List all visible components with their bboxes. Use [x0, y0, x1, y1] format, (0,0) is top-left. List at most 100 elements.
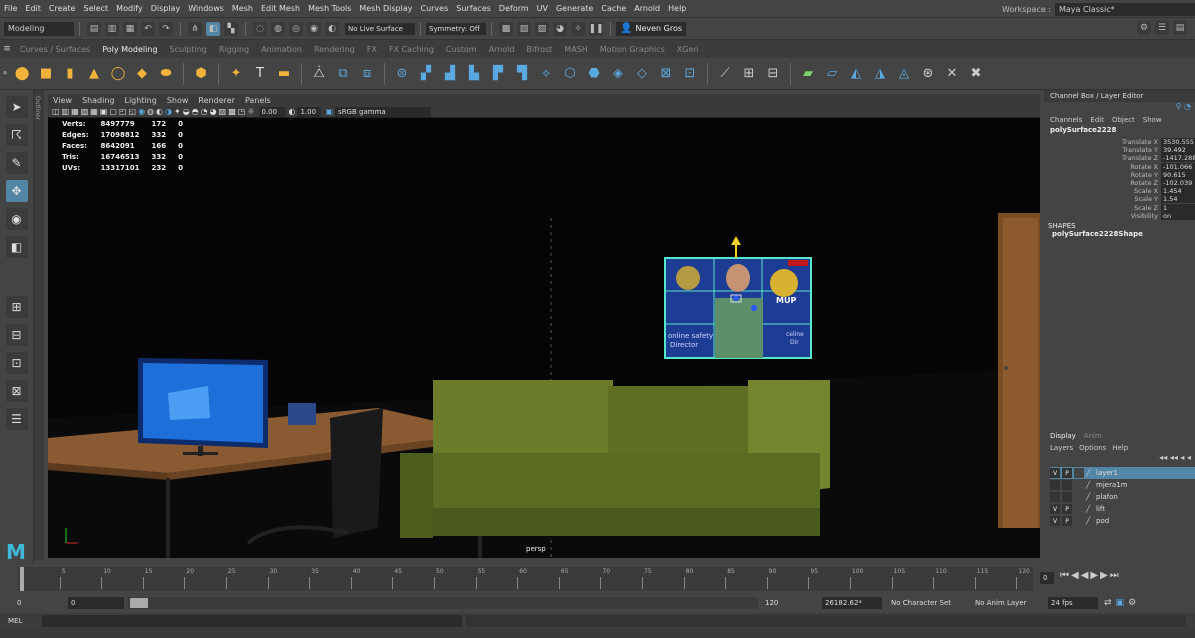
redo-icon[interactable]: ↷ [159, 21, 173, 36]
exposure-field[interactable]: 0.00 [258, 106, 285, 117]
layer-playback-toggle[interactable]: P [1062, 516, 1072, 526]
connect-icon[interactable]: ⬣ [584, 64, 604, 84]
shelf-options-icon[interactable]: ⚬ [0, 69, 10, 79]
xray-joints-icon[interactable]: ◳ [238, 107, 246, 116]
quad-draw-icon[interactable]: ◈ [608, 64, 628, 84]
layer-tab-anim[interactable]: Anim [1084, 432, 1102, 440]
snap-surface-icon[interactable]: ◐ [325, 21, 339, 36]
snap-point-icon[interactable]: ◎ [289, 21, 303, 36]
layer-nav-icons[interactable]: ◂◂ ◂◂ ◂ ◂ [1044, 453, 1195, 467]
layer-menu-help[interactable]: Help [1112, 444, 1128, 452]
layer-name[interactable]: lift [1096, 505, 1105, 513]
outliner-strip[interactable]: Outliner [34, 90, 44, 560]
poly-cylinder-icon[interactable]: ▮ [60, 64, 80, 84]
rotate-tool-icon[interactable]: ◉ [5, 208, 28, 230]
lasso-tool-icon[interactable]: ☈ [5, 124, 28, 146]
shelf-tab-mash[interactable]: MASH [558, 45, 593, 54]
layer-visibility-toggle[interactable]: V [1050, 504, 1060, 514]
layer-visibility-toggle[interactable]: V [1050, 516, 1060, 526]
shelf-tab-xgen[interactable]: XGen [671, 45, 705, 54]
layer-playback-toggle[interactable]: P [1062, 468, 1072, 478]
range-slider[interactable] [128, 597, 758, 609]
use-all-lights-icon[interactable]: ◑ [165, 107, 172, 116]
shelf-tab-curves-surfaces[interactable]: Curves / Surfaces [14, 45, 96, 54]
uv-editor-icon[interactable]: ⟋ [715, 64, 735, 84]
poly-torus-icon[interactable]: ◯ [108, 64, 128, 84]
menu-item-windows[interactable]: Windows [184, 4, 228, 13]
resolution-gate-icon[interactable]: ▢ [109, 107, 117, 116]
mode-dropdown[interactable]: Modeling [4, 21, 74, 36]
boolean-icon[interactable]: ⊜ [392, 64, 412, 84]
layer-name[interactable]: plafon [1096, 493, 1118, 501]
layer-playback-toggle[interactable] [1062, 480, 1072, 490]
attribute-value[interactable]: 39.492 [1161, 146, 1195, 155]
append-polygon-icon[interactable]: ▛ [488, 64, 508, 84]
textured-icon[interactable]: ◐ [156, 107, 163, 116]
shelf-tab-bifrost[interactable]: Bifrost [520, 45, 558, 54]
layer-color-swatch[interactable] [1074, 480, 1084, 490]
menu-item-modify[interactable]: Modify [112, 4, 147, 13]
gamma-field[interactable]: 1.00 [297, 106, 322, 117]
shelf-tab-poly-modeling[interactable]: Poly Modeling [96, 45, 163, 54]
menu-item-file[interactable]: File [0, 4, 21, 13]
layer-name[interactable]: layer1 [1096, 469, 1118, 477]
uv-layout-icon[interactable]: ⊟ [763, 64, 783, 84]
poly-plane-icon[interactable]: ◆ [132, 64, 152, 84]
layout-icon[interactable]: ⊡ [5, 352, 28, 374]
select-object-icon[interactable]: ◧ [206, 21, 220, 36]
layer-row[interactable]: ╱ mjera1m [1050, 479, 1195, 491]
playback-controls[interactable]: ⏮◀◀▶▶⏭ [1060, 570, 1121, 581]
modeling-toolkit-icon[interactable]: ⚙ [1137, 21, 1151, 35]
attribute-row[interactable]: Translate Z -1417.288 [1044, 154, 1195, 163]
character-set-dropdown[interactable]: No Character Set [888, 597, 968, 609]
smooth-shade-icon[interactable]: ◉ [138, 107, 145, 116]
poly-platonic-icon[interactable]: ⬢ [191, 64, 211, 84]
layer-row[interactable]: ╱ plafon [1050, 491, 1195, 503]
open-scene-icon[interactable]: ▥ [105, 21, 119, 36]
render-settings-icon[interactable]: ▨ [535, 21, 549, 36]
xray-icon[interactable]: ▩ [228, 107, 236, 116]
symmetry-dropdown[interactable]: Symmetry: Off [426, 22, 486, 35]
hypershade-icon[interactable]: ◕ [553, 21, 567, 36]
undo-icon[interactable]: ↶ [141, 21, 155, 36]
image-plane-icon[interactable]: ▧ [81, 107, 89, 116]
snap-curve-icon[interactable]: ◍ [271, 21, 285, 36]
motion-blur-icon[interactable]: ◓ [192, 107, 199, 116]
menu-item-edit-mesh[interactable]: Edit Mesh [257, 4, 304, 13]
layer-menu-layers[interactable]: Layers [1050, 444, 1073, 452]
shadows-icon[interactable]: ✦ [174, 107, 181, 116]
panel-menu-shading[interactable]: Shading [77, 96, 120, 105]
arnold-render-icon[interactable]: ✧ [571, 21, 585, 36]
channel-menu-object[interactable]: Object [1112, 116, 1135, 124]
ambient-occlusion-icon[interactable]: ◒ [183, 107, 190, 116]
layer-row[interactable]: V P ╱ layer1 [1050, 467, 1195, 479]
paint-select-icon[interactable]: ✎ [5, 152, 28, 174]
pause-icon[interactable]: ❚❚ [588, 21, 604, 36]
layer-menu-options[interactable]: Options [1079, 444, 1106, 452]
workspace-dropdown[interactable]: Maya Classic* [1055, 2, 1195, 16]
attribute-value[interactable]: 1.454 [1161, 187, 1195, 196]
planar-map-icon[interactable]: ⊞ [739, 64, 759, 84]
layer-tab-display[interactable]: Display [1050, 432, 1076, 440]
menu-item-select[interactable]: Select [79, 4, 112, 13]
scale-tool-icon[interactable]: ◧ [5, 236, 28, 258]
channel-box-icons[interactable]: ⚲ ◔ [1044, 102, 1195, 114]
attribute-value[interactable]: -101.066 [1161, 162, 1195, 171]
soften-edge-icon[interactable]: ◭ [846, 64, 866, 84]
camera-select-icon[interactable]: ◫ [52, 107, 60, 116]
layer-visibility-toggle[interactable]: V [1050, 468, 1060, 478]
shelf-tab-fx-caching[interactable]: FX Caching [383, 45, 440, 54]
current-time-marker[interactable] [20, 567, 24, 591]
combine-icon[interactable]: ⧊ [309, 64, 329, 84]
svg-tool-icon[interactable]: ▬ [274, 64, 294, 84]
wireframe-on-shaded-icon[interactable]: ◍ [147, 107, 154, 116]
attribute-row[interactable]: Visibility on [1044, 211, 1195, 220]
menu-item-create[interactable]: Create [45, 4, 80, 13]
attribute-row[interactable]: Rotate Z -102.039 [1044, 179, 1195, 188]
slide-edge-icon[interactable]: ⊡ [680, 64, 700, 84]
menu-item-generate[interactable]: Generate [552, 4, 597, 13]
harden-edge-icon[interactable]: ◮ [870, 64, 890, 84]
multi-cut-icon[interactable]: ⟡ [536, 64, 556, 84]
mirror-icon[interactable]: ▰ [798, 64, 818, 84]
snap-view-icon[interactable]: ◉ [307, 21, 321, 36]
